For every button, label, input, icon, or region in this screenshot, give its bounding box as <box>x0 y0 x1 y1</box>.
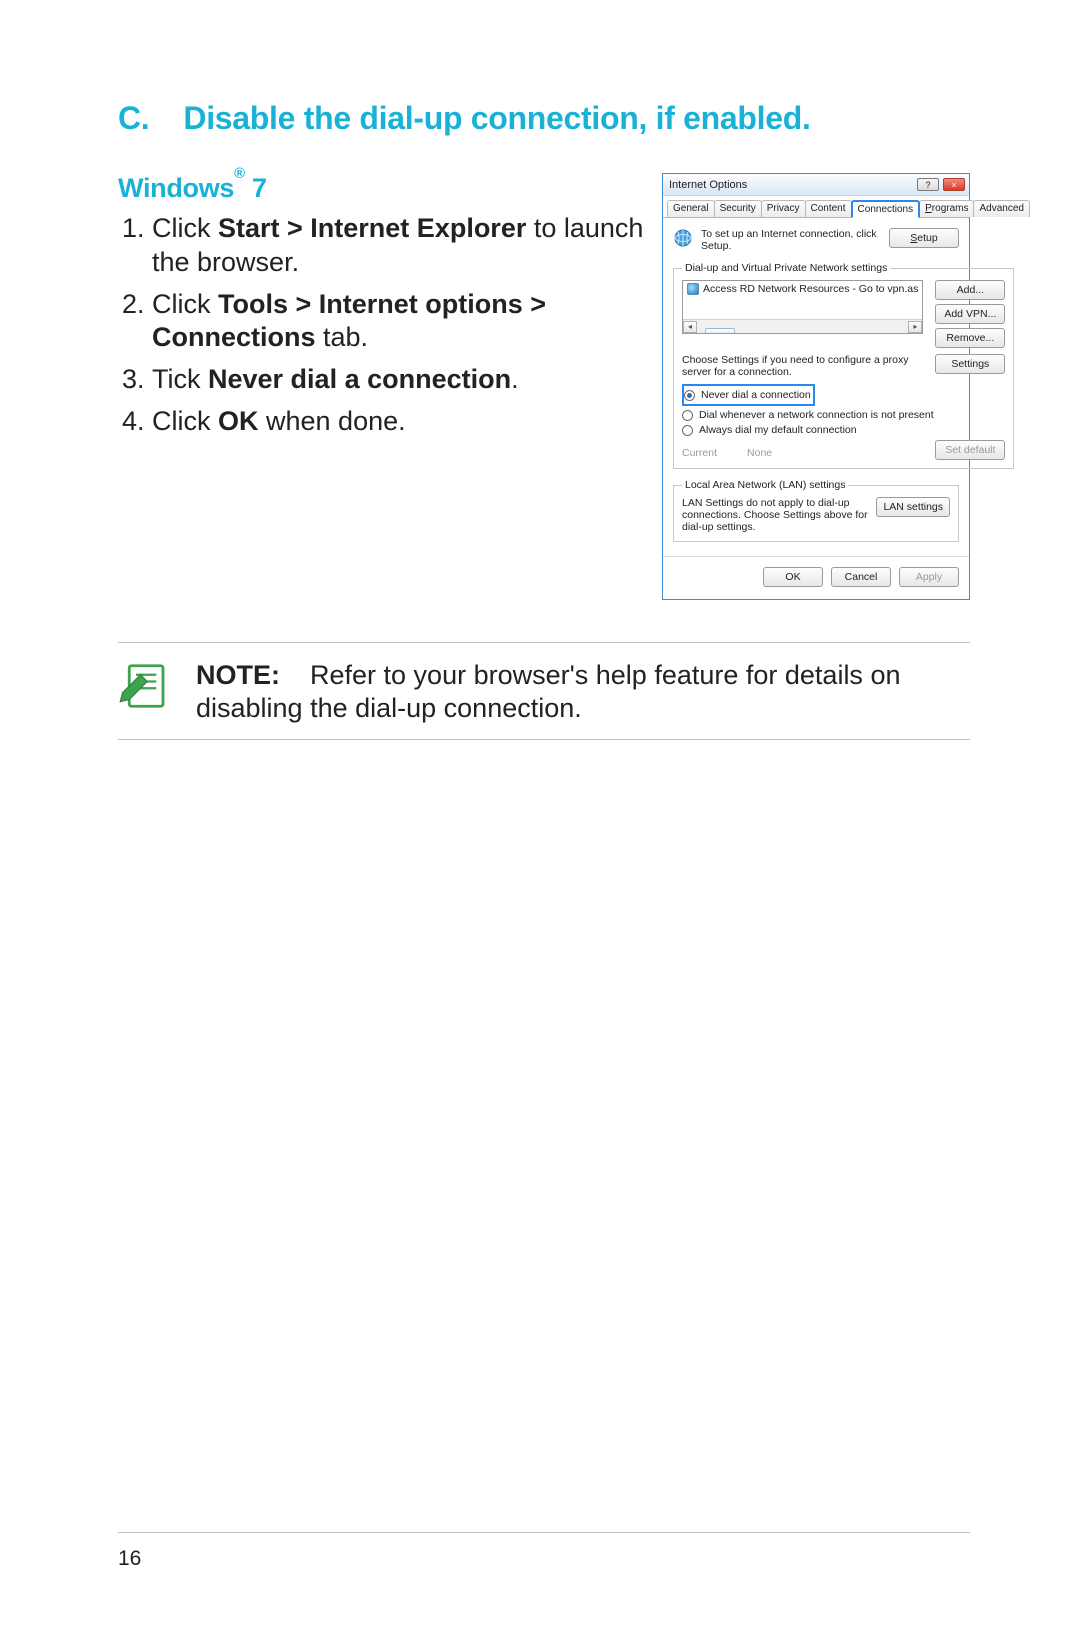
note-icon <box>118 659 172 713</box>
step-1: Click Start > Internet Explorer to launc… <box>152 212 644 280</box>
current-value: None <box>747 447 772 459</box>
radio-never-dial[interactable]: Never dial a connection <box>684 389 811 401</box>
tab-security[interactable]: Security <box>714 200 762 217</box>
page-number: 16 <box>118 1547 141 1571</box>
os-subheading: Windows® 7 <box>118 173 644 204</box>
radio-icon <box>684 390 695 401</box>
note-block: NOTE: Refer to your browser's help featu… <box>118 642 970 740</box>
footer-rule <box>118 1532 970 1533</box>
current-label: Current <box>682 447 717 459</box>
set-default-button[interactable]: Set default <box>935 440 1005 460</box>
vpn-item[interactable]: Access RD Network Resources - Go to vpn.… <box>683 281 922 297</box>
lan-settings-button[interactable]: LAN settings <box>876 497 950 517</box>
setup-button[interactable]: SSetupetup <box>889 228 959 248</box>
lan-group: Local Area Network (LAN) settings LAN Se… <box>673 479 959 542</box>
lan-text: LAN Settings do not apply to dial-up con… <box>682 497 870 533</box>
remove-button[interactable]: Remove... <box>935 328 1005 348</box>
lan-legend: Local Area Network (LAN) settings <box>682 479 848 491</box>
help-button[interactable]: ? <box>917 178 939 191</box>
radio-dial-when-no-network[interactable]: Dial whenever a network connection is no… <box>682 409 1005 421</box>
tab-content[interactable]: Content <box>805 200 852 217</box>
vpn-listbox[interactable]: Access RD Network Resources - Go to vpn.… <box>682 280 923 334</box>
setup-text: To set up an Internet connection, click … <box>701 228 881 252</box>
tab-connections[interactable]: Connections <box>851 200 921 218</box>
settings-button[interactable]: Settings <box>935 354 1005 374</box>
vpn-legend: Dial-up and Virtual Private Network sett… <box>682 262 890 274</box>
close-button[interactable]: × <box>943 178 965 191</box>
radio-icon <box>682 410 693 421</box>
listbox-scrollbar[interactable]: ◂ ▸ <box>683 319 922 333</box>
step-4: Click OK when done. <box>152 405 644 439</box>
section-heading: C. Disable the dial-up connection, if ena… <box>118 100 970 137</box>
step-2: Click Tools > Internet options > Connect… <box>152 288 644 356</box>
tab-strip: General Security Privacy Content Connect… <box>663 196 969 218</box>
proxy-text: Choose Settings if you need to configure… <box>682 354 929 378</box>
tab-privacy[interactable]: Privacy <box>761 200 806 217</box>
radio-always-dial[interactable]: Always dial my default connection <box>682 424 1005 436</box>
connection-icon <box>687 283 699 295</box>
add-vpn-button[interactable]: Add VPN... <box>935 304 1005 324</box>
internet-options-dialog: Internet Options ? × General Security Pr… <box>662 173 970 600</box>
globe-icon <box>673 228 693 248</box>
section-letter: C. <box>118 100 149 136</box>
tab-general[interactable]: General <box>667 200 715 217</box>
scroll-thumb[interactable] <box>705 328 735 335</box>
step-3: Tick Never dial a connection. <box>152 363 644 397</box>
section-title: Disable the dial-up connection, if enabl… <box>183 100 810 136</box>
scroll-left-icon[interactable]: ◂ <box>683 321 697 333</box>
add-button[interactable]: Add... <box>935 280 1005 300</box>
vpn-group: Dial-up and Virtual Private Network sett… <box>673 262 1014 469</box>
tab-advanced[interactable]: Advanced <box>973 200 1029 217</box>
tab-programs[interactable]: PProgramsrograms <box>919 200 974 217</box>
cancel-button[interactable]: Cancel <box>831 567 891 587</box>
dialog-title: Internet Options <box>669 179 747 191</box>
step-list: Click Start > Internet Explorer to launc… <box>118 212 644 439</box>
dialog-titlebar[interactable]: Internet Options ? × <box>663 174 969 196</box>
scroll-right-icon[interactable]: ▸ <box>908 321 922 333</box>
ok-button[interactable]: OK <box>763 567 823 587</box>
note-text: NOTE: Refer to your browser's help featu… <box>196 659 970 725</box>
radio-icon <box>682 425 693 436</box>
apply-button[interactable]: Apply <box>899 567 959 587</box>
